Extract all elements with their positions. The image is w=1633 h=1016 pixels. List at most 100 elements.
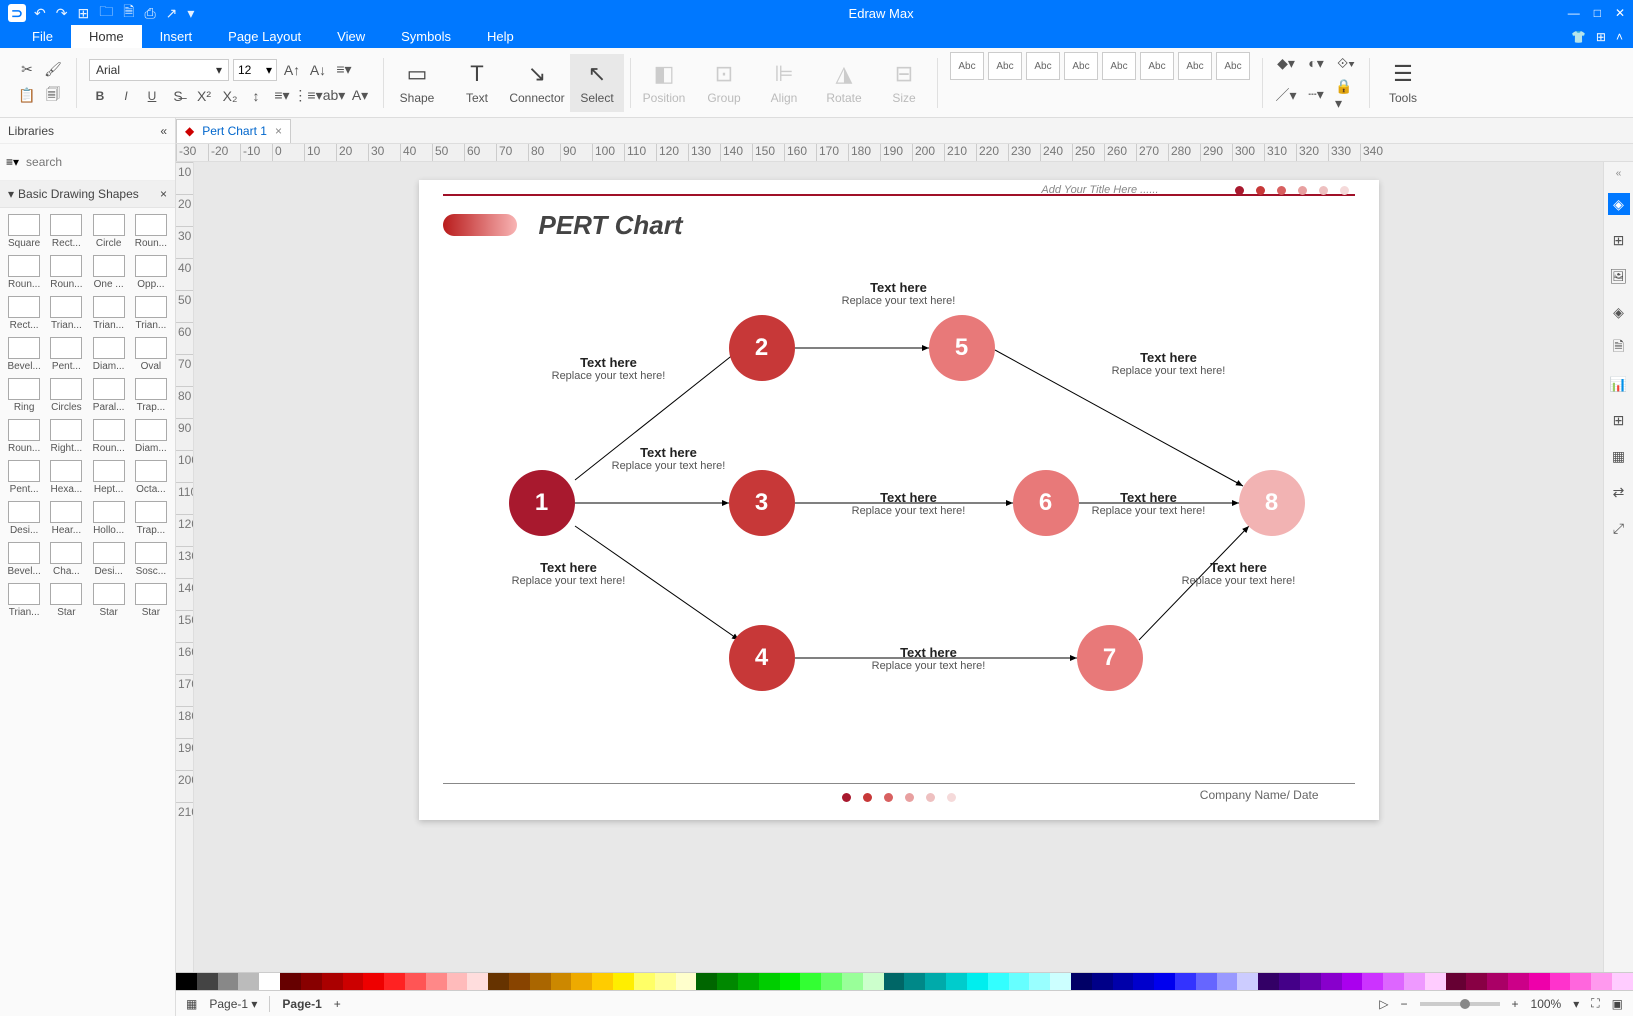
style-preset[interactable]: Abc bbox=[1140, 52, 1174, 80]
play-icon[interactable]: ▷ bbox=[1379, 997, 1388, 1011]
tools-button[interactable]: ☰Tools bbox=[1376, 54, 1430, 112]
shape-item[interactable]: Bevel... bbox=[4, 540, 44, 579]
footer-company[interactable]: Company Name/ Date bbox=[1200, 788, 1319, 802]
decrease-font-icon[interactable]: A↓ bbox=[307, 59, 329, 81]
menu-help[interactable]: Help bbox=[469, 25, 532, 48]
color-swatch[interactable] bbox=[1279, 973, 1300, 990]
color-swatch[interactable] bbox=[1487, 973, 1508, 990]
shape-item[interactable]: One ... bbox=[89, 253, 129, 292]
group-button[interactable]: ⊡Group bbox=[697, 54, 751, 112]
shape-item[interactable]: Rect... bbox=[46, 212, 86, 251]
shape-item[interactable]: Circles bbox=[46, 376, 86, 415]
zoom-level[interactable]: 100% bbox=[1531, 997, 1562, 1011]
color-swatch[interactable] bbox=[218, 973, 239, 990]
pert-node-4[interactable]: 4 bbox=[729, 625, 795, 691]
shape-item[interactable]: Sosc... bbox=[131, 540, 171, 579]
shape-item[interactable]: Octa... bbox=[131, 458, 171, 497]
edge-label[interactable]: Text hereReplace your text here! bbox=[1049, 490, 1249, 517]
shape-item[interactable]: Roun... bbox=[89, 417, 129, 456]
color-swatch[interactable] bbox=[1612, 973, 1633, 990]
connector-button[interactable]: ↘Connector bbox=[510, 54, 564, 112]
position-button[interactable]: ◧Position bbox=[637, 54, 691, 112]
color-swatch[interactable] bbox=[1529, 973, 1550, 990]
color-swatch[interactable] bbox=[676, 973, 697, 990]
style-preset[interactable]: Abc bbox=[950, 52, 984, 80]
color-swatch[interactable] bbox=[530, 973, 551, 990]
text-effects-icon[interactable]: ab▾ bbox=[323, 85, 345, 107]
color-swatch[interactable] bbox=[1570, 973, 1591, 990]
fit-page-icon[interactable]: ▣ bbox=[1612, 997, 1623, 1011]
shape-item[interactable]: Trian... bbox=[4, 581, 44, 620]
color-swatch[interactable] bbox=[1050, 973, 1071, 990]
zoom-in-icon[interactable]: + bbox=[1512, 997, 1519, 1011]
shape-item[interactable]: Hexa... bbox=[46, 458, 86, 497]
color-swatch[interactable] bbox=[1237, 973, 1258, 990]
color-swatch[interactable] bbox=[1196, 973, 1217, 990]
close-tab-icon[interactable]: × bbox=[275, 124, 282, 138]
minimize-icon[interactable]: — bbox=[1568, 6, 1580, 20]
lock-icon[interactable]: 🔒▾ bbox=[1335, 84, 1357, 106]
page-view-icon[interactable]: ▦ bbox=[186, 997, 197, 1011]
shape-item[interactable]: Trian... bbox=[89, 294, 129, 333]
color-swatch[interactable] bbox=[613, 973, 634, 990]
redo-icon[interactable]: ↷ bbox=[56, 5, 68, 22]
color-swatch[interactable] bbox=[634, 973, 655, 990]
color-swatch[interactable] bbox=[488, 973, 509, 990]
size-button[interactable]: ⊟Size bbox=[877, 54, 931, 112]
shape-item[interactable]: Star bbox=[46, 581, 86, 620]
color-swatch[interactable] bbox=[238, 973, 259, 990]
increase-font-icon[interactable]: A↑ bbox=[281, 59, 303, 81]
color-swatch[interactable] bbox=[1404, 973, 1425, 990]
color-swatch[interactable] bbox=[447, 973, 468, 990]
color-swatch[interactable] bbox=[1591, 973, 1612, 990]
shape-item[interactable]: Hept... bbox=[89, 458, 129, 497]
shape-item[interactable]: Bevel... bbox=[4, 335, 44, 374]
select-button[interactable]: ↖Select bbox=[570, 54, 624, 112]
shape-item[interactable]: Right... bbox=[46, 417, 86, 456]
shadow-icon[interactable]: ◐▾ bbox=[1305, 52, 1327, 74]
color-swatch[interactable] bbox=[1154, 973, 1175, 990]
underline-icon[interactable]: U bbox=[141, 85, 163, 107]
color-swatch[interactable] bbox=[780, 973, 801, 990]
shape-item[interactable]: Trian... bbox=[131, 294, 171, 333]
color-swatch[interactable] bbox=[1029, 973, 1050, 990]
color-swatch[interactable] bbox=[1092, 973, 1113, 990]
pert-node-1[interactable]: 1 bbox=[509, 470, 575, 536]
shape-item[interactable]: Star bbox=[89, 581, 129, 620]
document-tab[interactable]: ◆ Pert Chart 1 × bbox=[176, 119, 291, 143]
color-swatch[interactable] bbox=[1175, 973, 1196, 990]
color-swatch[interactable] bbox=[1133, 973, 1154, 990]
menu-view[interactable]: View bbox=[319, 25, 383, 48]
menu-file[interactable]: File bbox=[14, 25, 71, 48]
shape-item[interactable]: Star bbox=[131, 581, 171, 620]
page-panel-icon[interactable]: 🗎 bbox=[1608, 337, 1630, 359]
page-select[interactable]: Page-1 ▾ bbox=[209, 997, 257, 1011]
dash-icon[interactable]: ┄▾ bbox=[1305, 84, 1327, 106]
shape-item[interactable]: Desi... bbox=[4, 499, 44, 538]
format-panel-icon[interactable]: ◈ bbox=[1608, 193, 1630, 215]
add-page-icon[interactable]: + bbox=[334, 997, 341, 1011]
color-swatch[interactable] bbox=[509, 973, 530, 990]
pert-node-2[interactable]: 2 bbox=[729, 315, 795, 381]
color-swatch[interactable] bbox=[384, 973, 405, 990]
shape-item[interactable]: Diam... bbox=[89, 335, 129, 374]
color-swatch[interactable] bbox=[1466, 973, 1487, 990]
menu-symbols[interactable]: Symbols bbox=[383, 25, 469, 48]
new-icon[interactable]: ⊞ bbox=[77, 5, 89, 22]
style-preset[interactable]: Abc bbox=[1064, 52, 1098, 80]
color-swatch[interactable] bbox=[259, 973, 280, 990]
menu-home[interactable]: Home bbox=[71, 25, 142, 48]
superscript-icon[interactable]: X² bbox=[193, 85, 215, 107]
shape-category[interactable]: ▾Basic Drawing Shapes× bbox=[0, 181, 175, 208]
font-size-select[interactable]: 12▾ bbox=[233, 59, 277, 81]
color-swatch[interactable] bbox=[176, 973, 197, 990]
shape-item[interactable]: Square bbox=[4, 212, 44, 251]
shape-item[interactable]: Ring bbox=[4, 376, 44, 415]
edge-label[interactable]: Text hereReplace your text here! bbox=[469, 560, 669, 587]
text-button[interactable]: TText bbox=[450, 54, 504, 112]
shape-item[interactable]: Pent... bbox=[4, 458, 44, 497]
line-spacing-icon[interactable]: ≡▾ bbox=[271, 85, 293, 107]
color-swatch[interactable] bbox=[738, 973, 759, 990]
fullscreen-icon[interactable]: ⛶ bbox=[1591, 996, 1599, 1011]
edge-label[interactable]: Text hereReplace your text here! bbox=[569, 445, 769, 472]
